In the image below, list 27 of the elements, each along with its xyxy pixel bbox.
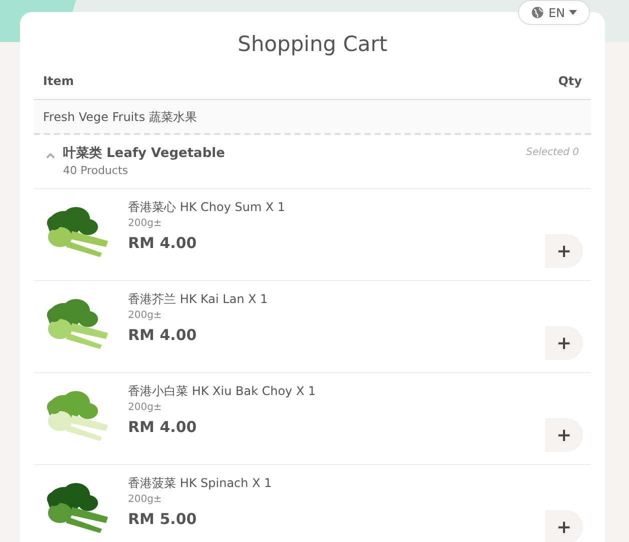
- product-weight: 200g±: [128, 493, 163, 507]
- group-title: 叶菜类 Leafy Vegetable: [63, 145, 225, 163]
- caret-icon: [569, 10, 577, 15]
- add-button[interactable]: +: [545, 418, 583, 452]
- product-name: 香港菠菜 HK Spinach X 1: [128, 475, 273, 492]
- page-title: Shopping Cart: [238, 31, 388, 58]
- column-header: Qty: [558, 73, 582, 90]
- product-price: RM 4.00: [128, 233, 198, 254]
- product-weight: 200g±: [128, 217, 163, 231]
- category-row: Fresh Vege Fruits 蔬菜水果: [34, 100, 591, 135]
- product-name: 香港芥兰 HK Kai Lan X 1: [128, 291, 269, 308]
- add-button[interactable]: +: [545, 326, 583, 360]
- product-price: RM 4.00: [128, 325, 198, 346]
- product-count: 40 Products: [63, 163, 129, 179]
- product-weight: 200g±: [128, 401, 163, 415]
- product-weight: 200g±: [128, 309, 163, 323]
- add-button[interactable]: +: [545, 234, 583, 268]
- chevron-up-icon[interactable]: [46, 153, 55, 159]
- column-header: Item: [43, 73, 74, 90]
- product-price: RM 5.00: [128, 509, 198, 530]
- selected-count: Selected 0: [526, 146, 579, 160]
- globe-icon: [531, 6, 544, 19]
- add-button[interactable]: +: [545, 510, 583, 542]
- product-name: 香港小白菜 HK Xiu Bak Choy X 1: [128, 383, 317, 400]
- language-button[interactable]: EN: [518, 0, 590, 25]
- product-price: RM 4.00: [128, 417, 198, 438]
- product-name: 香港菜心 HK Choy Sum X 1: [128, 199, 286, 216]
